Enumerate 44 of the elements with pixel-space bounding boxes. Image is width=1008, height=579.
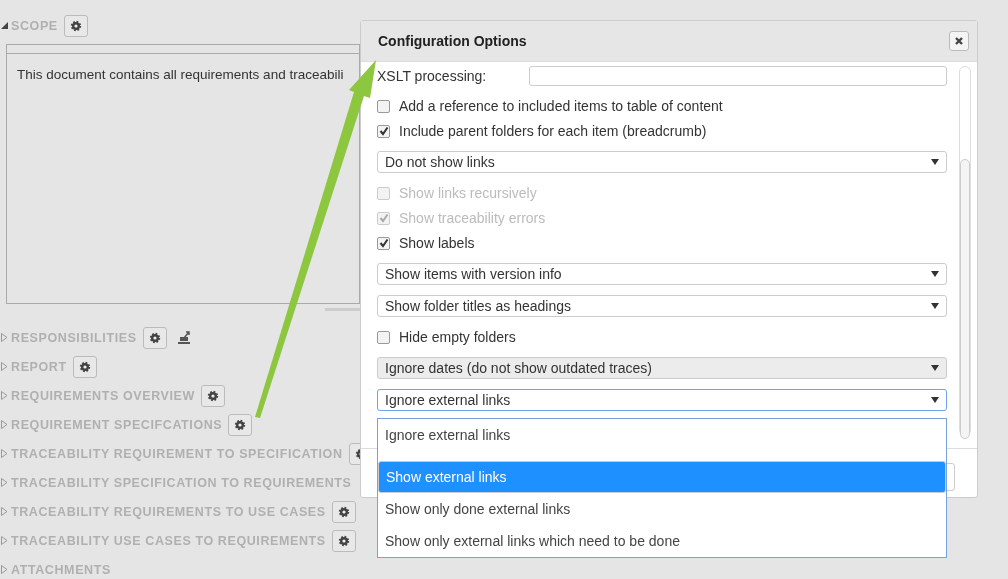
select-dropdown[interactable]: Show folder titles as headings: [377, 295, 947, 317]
checkbox-label: Show links recursively: [399, 185, 537, 201]
select-dropdown[interactable]: Do not show links: [377, 151, 947, 173]
settings-button[interactable]: [228, 413, 253, 436]
field-label: XSLT processing:: [377, 68, 488, 84]
checkbox-label: Show traceability errors: [399, 210, 546, 226]
input-field[interactable]: [529, 66, 947, 86]
dropdown-option[interactable]: Ignore external links: [378, 419, 946, 451]
checkbox-label: Add a reference to included items to table of content: [399, 98, 723, 114]
caret-icon: [931, 303, 939, 309]
gear-icon: [337, 534, 350, 547]
settings-button[interactable]: [63, 14, 88, 37]
checkbox-label: Hide empty folders: [399, 329, 516, 345]
gear-icon: [78, 360, 91, 373]
gear-icon: [69, 19, 82, 32]
scope-text: This document contains all requirements and traceabili: [17, 67, 345, 82]
dialog-title: Configuration Options: [378, 33, 527, 49]
checkbox-label: Show labels: [399, 235, 475, 251]
settings-button[interactable]: [142, 326, 167, 349]
checkbox[interactable]: [377, 330, 390, 344]
checkbox[interactable]: [377, 236, 390, 250]
checkbox-label: Include parent folders for each item (breadcrumb): [399, 123, 707, 139]
gear-icon: [148, 331, 161, 344]
gear-icon: [234, 418, 247, 431]
select-dropdown[interactable]: Ignore external links: [377, 389, 947, 411]
settings-button[interactable]: [72, 355, 97, 378]
settings-button[interactable]: [200, 384, 225, 407]
close-button[interactable]: [949, 31, 969, 51]
export-icon[interactable]: [176, 330, 191, 345]
caret-icon: [931, 365, 939, 371]
caret-icon: [931, 271, 939, 277]
dropdown-option[interactable]: Show only done external links: [378, 493, 946, 525]
caret-icon: [931, 397, 939, 403]
dropdown-option[interactable]: Show only external links which need to be done: [378, 525, 946, 557]
expand-triangle-icon[interactable]: [1, 22, 9, 29]
gear-icon: [337, 505, 350, 518]
checkbox[interactable]: [377, 99, 390, 113]
select-dropdown[interactable]: Show items with version info: [377, 263, 947, 285]
settings-button[interactable]: [331, 529, 356, 552]
checkbox[interactable]: [377, 124, 390, 138]
close-icon: [954, 36, 964, 46]
caret-icon: [931, 159, 939, 165]
gear-icon: [206, 389, 219, 402]
settings-button[interactable]: [331, 500, 356, 523]
